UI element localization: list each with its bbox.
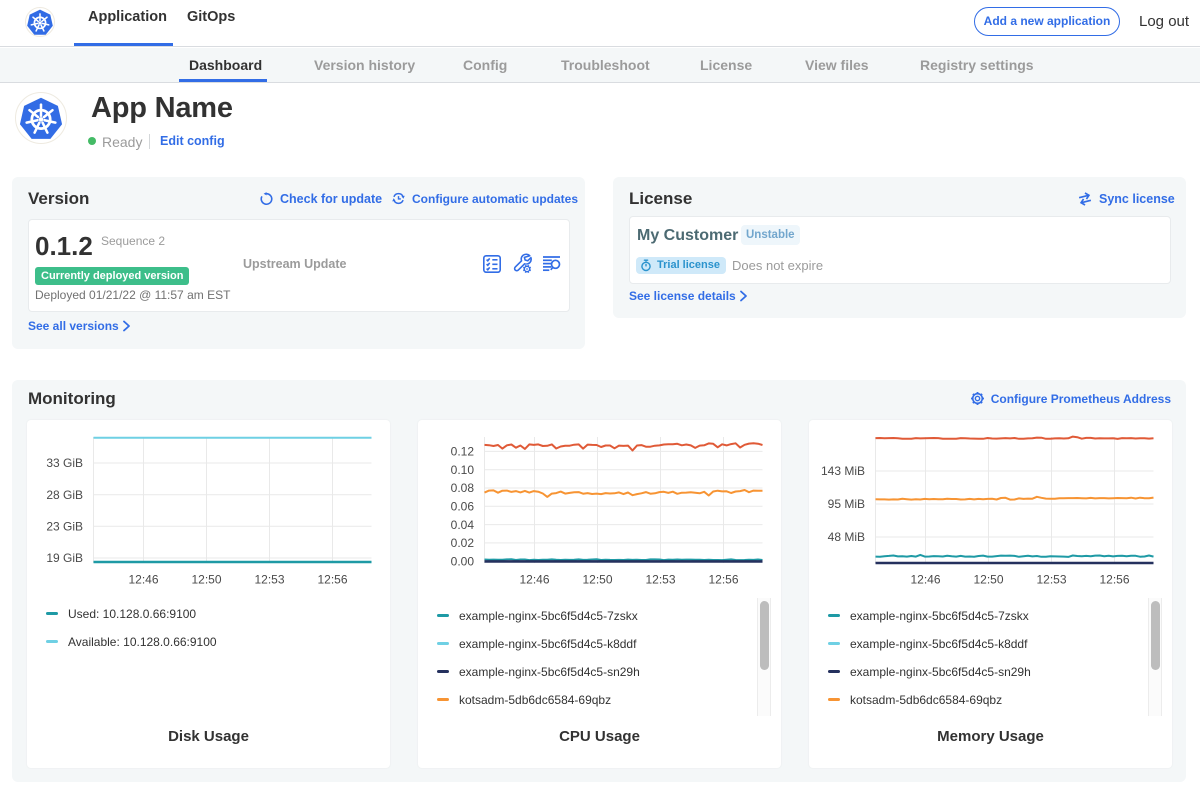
- svg-text:12:50: 12:50: [582, 573, 612, 587]
- svg-text:0.12: 0.12: [451, 445, 475, 459]
- svg-text:12:53: 12:53: [645, 573, 675, 587]
- svg-text:23 GiB: 23 GiB: [46, 520, 83, 534]
- svg-text:28 GiB: 28 GiB: [46, 488, 83, 502]
- svg-text:95 MiB: 95 MiB: [828, 497, 865, 511]
- svg-text:0.06: 0.06: [451, 500, 475, 514]
- svg-text:12:56: 12:56: [1099, 573, 1129, 587]
- svg-text:12:46: 12:46: [910, 573, 940, 587]
- svg-text:12:46: 12:46: [519, 573, 549, 587]
- svg-text:12:56: 12:56: [317, 573, 347, 587]
- svg-text:12:56: 12:56: [708, 573, 738, 587]
- svg-text:33 GiB: 33 GiB: [46, 456, 83, 470]
- svg-text:0.04: 0.04: [451, 518, 475, 532]
- svg-text:12:46: 12:46: [128, 573, 158, 587]
- svg-text:143 MiB: 143 MiB: [821, 464, 865, 478]
- svg-text:12:50: 12:50: [973, 573, 1003, 587]
- svg-text:0.00: 0.00: [451, 554, 475, 568]
- svg-text:48 MiB: 48 MiB: [828, 530, 865, 544]
- svg-text:0.08: 0.08: [451, 481, 475, 495]
- svg-text:19 GiB: 19 GiB: [46, 551, 83, 565]
- svg-text:0.10: 0.10: [451, 463, 475, 477]
- svg-text:12:53: 12:53: [1036, 573, 1066, 587]
- svg-text:12:53: 12:53: [254, 573, 284, 587]
- svg-text:0.02: 0.02: [451, 536, 475, 550]
- svg-text:12:50: 12:50: [191, 573, 221, 587]
